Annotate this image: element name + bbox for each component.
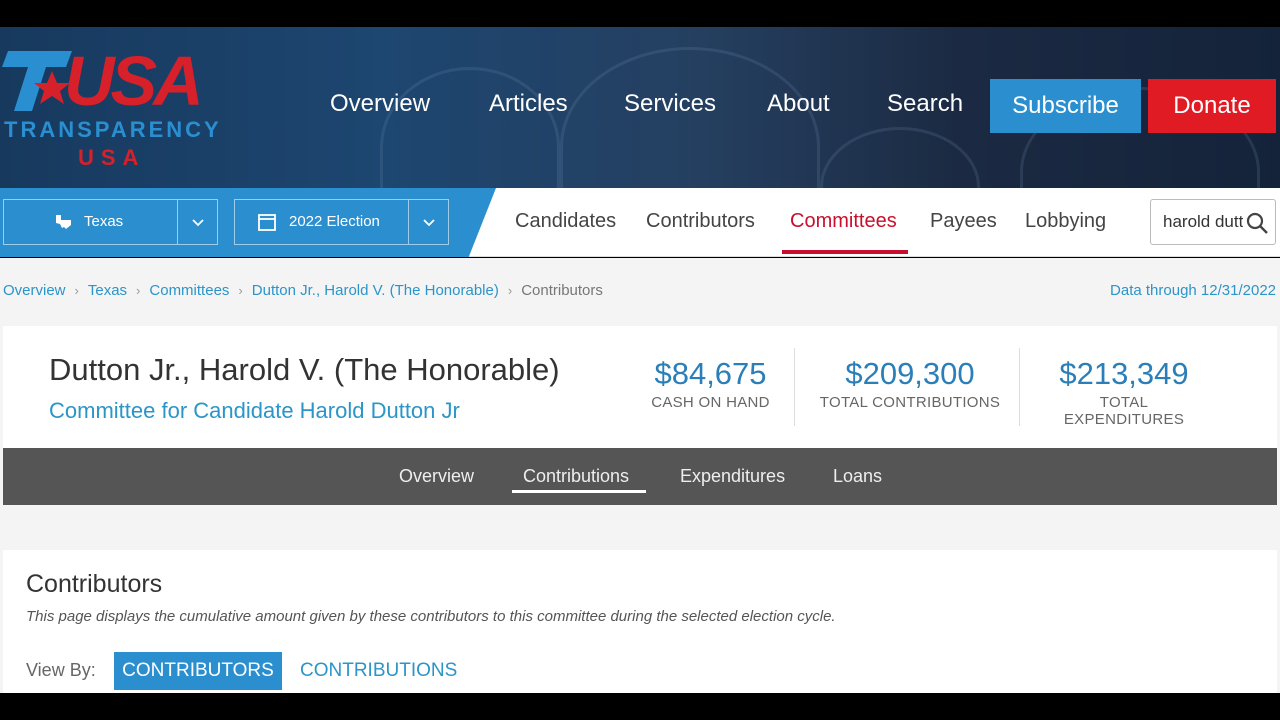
contributors-section: Contributors This page displays the cumu… [3, 550, 1277, 693]
subnav-lobbying[interactable]: Lobbying [1025, 188, 1106, 257]
nav-about[interactable]: About [767, 79, 830, 129]
page-content: Overview › Texas › Committees › Dutton Jr., Ha… [0, 258, 1280, 693]
stat-value: $213,349 [1059, 356, 1189, 391]
tab-loans[interactable]: Loans [833, 448, 882, 505]
breadcrumb-texas[interactable]: Texas [88, 282, 127, 299]
logo-usa-subtext: USA [78, 145, 146, 170]
stat-value: $209,300 [845, 356, 975, 391]
letterbox-top [0, 0, 1280, 27]
tab-contributions[interactable]: Contributions [523, 448, 629, 505]
chevron-right-icon: › [136, 283, 141, 298]
subnav-candidates[interactable]: Candidates [515, 188, 616, 257]
texas-state-icon [56, 215, 71, 229]
site-logo[interactable]: USA TRANSPARENCY USA [2, 45, 222, 175]
nav-articles[interactable]: Articles [489, 79, 568, 129]
active-tab-indicator [512, 490, 646, 493]
election-select[interactable]: 2022 Election [234, 199, 449, 245]
sub-bar: Texas 2022 Election Candidates Contribut… [0, 188, 1280, 257]
nav-services[interactable]: Services [624, 79, 716, 129]
search-box [1150, 199, 1276, 245]
stat-label: TOTAL CONTRIBUTIONS [819, 394, 1001, 411]
subnav-contributors[interactable]: Contributors [646, 188, 755, 257]
letterbox-bottom [0, 693, 1280, 720]
committee-name[interactable]: Committee for Candidate Harold Dutton Jr [49, 398, 460, 424]
chevron-down-icon[interactable] [191, 215, 205, 229]
stat-value: $84,675 [654, 356, 767, 391]
subnav-payees[interactable]: Payees [930, 188, 997, 257]
active-tab-indicator [782, 250, 908, 254]
donate-button[interactable]: Donate [1148, 79, 1276, 133]
section-title: Contributors [26, 570, 163, 598]
breadcrumb-candidate[interactable]: Dutton Jr., Harold V. (The Honorable) [252, 282, 499, 299]
view-contributors-button[interactable]: CONTRIBUTORS [114, 652, 282, 690]
select-divider [408, 200, 409, 244]
breadcrumb-current: Contributors [521, 282, 603, 299]
stat-label: TOTAL EXPENDITURES [1063, 394, 1185, 428]
breadcrumb-committees[interactable]: Committees [149, 282, 229, 299]
tab-overview[interactable]: Overview [399, 448, 474, 505]
state-select[interactable]: Texas [3, 199, 218, 245]
search-icon[interactable] [1245, 211, 1269, 235]
stat-divider [1019, 348, 1020, 426]
chevron-right-icon: › [507, 283, 513, 298]
stat-cash-on-hand: $84,675 CASH ON HAND [643, 356, 778, 411]
breadcrumb: Overview › Texas › Committees › Dutton Jr., Ha… [3, 282, 603, 299]
chevron-right-icon: › [238, 283, 243, 298]
search-input[interactable] [1151, 200, 1243, 244]
site-header: USA TRANSPARENCY USA Overview Articles S… [0, 27, 1280, 188]
tab-expenditures[interactable]: Expenditures [680, 448, 785, 505]
logo-transparency-text: TRANSPARENCY [4, 117, 222, 142]
subscribe-button[interactable]: Subscribe [990, 79, 1141, 133]
stat-label: CASH ON HAND [651, 394, 770, 411]
chevron-right-icon: › [74, 283, 79, 298]
chevron-down-icon[interactable] [422, 215, 436, 229]
stat-divider [794, 348, 795, 426]
election-select-value: 2022 Election [289, 213, 380, 230]
candidate-name: Dutton Jr., Harold V. (The Honorable) [49, 352, 560, 387]
state-select-value: Texas [84, 213, 124, 230]
committee-summary-card: Dutton Jr., Harold V. (The Honorable) Co… [3, 326, 1277, 448]
logo-usa-text: USA [64, 42, 204, 120]
section-description: This page displays the cumulative amount… [26, 608, 836, 625]
view-by-label: View By: [26, 660, 96, 680]
breadcrumb-overview[interactable]: Overview [3, 282, 66, 299]
committee-tabs: Overview Contributions Expenditures Loan… [3, 448, 1277, 505]
header-bg-arch [820, 127, 980, 188]
nav-search[interactable]: Search [887, 79, 963, 129]
nav-overview[interactable]: Overview [330, 79, 430, 129]
calendar-icon [258, 214, 276, 231]
logo-t-star-icon [2, 51, 72, 111]
view-contributions-button[interactable]: CONTRIBUTIONS [300, 652, 460, 690]
select-divider [177, 200, 178, 244]
stat-total-contributions: $209,300 TOTAL CONTRIBUTIONS [815, 356, 1005, 411]
data-through-note: Data through 12/31/2022 [1110, 282, 1276, 299]
subnav-committees[interactable]: Committees [790, 188, 897, 257]
stat-total-expenditures: $213,349 TOTAL EXPENDITURES [1039, 356, 1209, 428]
